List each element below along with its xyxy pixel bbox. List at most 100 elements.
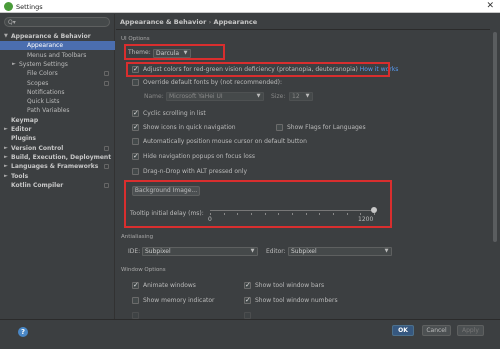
- show-memory-label: Show memory indicator: [143, 297, 215, 304]
- breadcrumb-divider: [116, 29, 490, 30]
- ok-button[interactable]: OK: [392, 325, 414, 336]
- show-tool-bars-checkbox[interactable]: [244, 281, 251, 290]
- settings-sidebar: Q▾ ▼ Appearance & Behavior Appearance Menus…: [0, 14, 115, 319]
- sidebar-item-tools[interactable]: ► Tools: [0, 172, 115, 181]
- chevron-down-icon[interactable]: ▼: [4, 32, 8, 41]
- sidebar-item-appearance-behavior[interactable]: ▼ Appearance & Behavior: [0, 32, 115, 41]
- animate-windows-checkbox[interactable]: [132, 281, 139, 290]
- annotation-box-theme: [124, 44, 225, 60]
- sidebar-item-label: Version Control: [11, 144, 64, 152]
- font-size-label: Size:: [271, 93, 286, 100]
- ide-antialiasing-value: Subpixel: [145, 248, 171, 255]
- show-icons-checkbox[interactable]: [132, 123, 139, 132]
- section-window-options: Window Options: [121, 267, 166, 273]
- sidebar-item-appearance[interactable]: Appearance: [0, 41, 115, 51]
- sidebar-item-notifications[interactable]: Notifications: [0, 88, 115, 97]
- search-input[interactable]: Q▾: [4, 17, 110, 27]
- search-icon[interactable]: Q▾: [8, 18, 16, 27]
- chevron-right-icon[interactable]: ►: [4, 153, 8, 162]
- sidebar-item-file-colors[interactable]: File Colors: [0, 69, 115, 78]
- dnd-alt-label: Drag-n-Drop with ALT pressed only: [143, 168, 248, 175]
- sidebar-item-label: File Colors: [27, 70, 58, 78]
- font-size-select[interactable]: 12 ▼: [289, 92, 313, 101]
- auto-position-checkbox[interactable]: [132, 138, 139, 145]
- dialog-footer: ? OK Cancel Apply: [0, 319, 500, 349]
- sidebar-item-languages-frameworks[interactable]: ► Languages & Frameworks: [0, 162, 115, 171]
- editor-label: Editor:: [266, 248, 286, 255]
- sidebar-item-plugins[interactable]: Plugins: [0, 134, 115, 143]
- sidebar-item-quick-lists[interactable]: Quick Lists: [0, 97, 115, 106]
- font-size-value: 12: [292, 93, 300, 100]
- window-title: Settings: [16, 3, 43, 11]
- sidebar-item-kotlin-compiler[interactable]: Kotlin Compiler: [0, 181, 115, 190]
- sidebar-item-build-execution-deployment[interactable]: ► Build, Execution, Deployment: [0, 153, 115, 162]
- content-scrollbar[interactable]: [490, 14, 500, 319]
- show-tool-numbers-checkbox[interactable]: [244, 296, 251, 305]
- sidebar-item-label: Menus and Toolbars: [27, 51, 87, 59]
- show-icons-label: Show icons in quick navigation: [143, 124, 236, 131]
- dnd-alt-checkbox[interactable]: [132, 168, 139, 175]
- window-options-row-2: Show memory indicator Show tool window n…: [132, 296, 412, 305]
- show-tool-bars-label: Show tool window bars: [255, 282, 325, 289]
- ide-label: IDE:: [128, 248, 141, 255]
- cancel-button[interactable]: Cancel: [422, 325, 451, 336]
- sidebar-item-label: Kotlin Compiler: [11, 181, 64, 189]
- close-icon[interactable]: ✕: [486, 1, 494, 12]
- scrollbar-thumb[interactable]: [493, 32, 497, 242]
- cyclic-scrolling-label: Cyclic scrolling in list: [143, 110, 206, 117]
- editor-antialiasing-value: Subpixel: [291, 248, 317, 255]
- breadcrumb-separator: ›: [208, 18, 212, 26]
- sidebar-item-label: Appearance & Behavior: [11, 33, 91, 40]
- chevron-right-icon[interactable]: ►: [4, 125, 8, 134]
- help-icon[interactable]: ?: [18, 327, 28, 337]
- annotation-box-colorblind: [126, 62, 390, 77]
- project-level-icon: [104, 71, 109, 77]
- breadcrumb-current: Appearance: [213, 18, 258, 26]
- sidebar-item-label: Notifications: [27, 88, 65, 96]
- sidebar-item-label: Path Variables: [27, 107, 70, 115]
- chevron-right-icon[interactable]: ►: [4, 162, 8, 171]
- sidebar-item-editor[interactable]: ► Editor: [0, 125, 115, 134]
- sidebar-item-keymap[interactable]: Keymap: [0, 116, 115, 125]
- cut-off-checkbox: [132, 312, 139, 319]
- quick-nav-row: Show icons in quick navigation Show Flag…: [132, 123, 432, 132]
- title-bar: Settings ✕: [0, 0, 500, 13]
- sidebar-item-version-control[interactable]: ► Version Control: [0, 144, 115, 153]
- chevron-down-icon: ▼: [256, 93, 261, 99]
- project-level-icon: [104, 80, 109, 86]
- show-memory-checkbox[interactable]: [132, 297, 139, 304]
- auto-position-label: Automatically position mouse cursor on d…: [143, 138, 307, 145]
- sidebar-item-label: Languages & Frameworks: [11, 163, 99, 171]
- font-name-label: Name:: [144, 93, 164, 100]
- sidebar-item-label: Keymap: [11, 116, 39, 124]
- chevron-right-icon[interactable]: ►: [12, 60, 16, 69]
- font-name-select[interactable]: Microsoft YaHei UI ▼: [166, 92, 264, 101]
- cyclic-scrolling-checkbox[interactable]: [132, 109, 139, 118]
- sidebar-item-label: System Settings: [19, 60, 68, 68]
- cut-off-checkbox: [244, 312, 251, 319]
- settings-content: Appearance & Behavior › Appearance UI Op…: [116, 14, 490, 319]
- override-fonts-label: Override default fonts by (not recommend…: [143, 79, 283, 86]
- show-flags-checkbox[interactable]: [276, 124, 283, 131]
- editor-antialiasing-select[interactable]: Subpixel ▼: [288, 247, 392, 256]
- project-level-icon: [104, 182, 109, 188]
- antialiasing-row: IDE: Subpixel ▼ Editor: Subpixel ▼: [128, 247, 398, 256]
- breadcrumb-parent[interactable]: Appearance & Behavior: [120, 18, 206, 26]
- ide-antialiasing-select[interactable]: Subpixel ▼: [142, 247, 258, 256]
- hide-popups-checkbox[interactable]: [132, 152, 139, 161]
- apply-button[interactable]: Apply: [457, 325, 484, 336]
- sidebar-item-label: Scopes: [27, 79, 49, 87]
- section-antialiasing: Antialiasing: [121, 234, 154, 240]
- sidebar-item-menus-and-toolbars[interactable]: Menus and Toolbars: [0, 51, 115, 60]
- sidebar-item-system-settings[interactable]: ► System Settings: [0, 60, 115, 69]
- sidebar-item-scopes[interactable]: Scopes: [0, 79, 115, 88]
- sidebar-item-label: Tools: [11, 172, 29, 180]
- chevron-right-icon[interactable]: ►: [4, 172, 8, 181]
- override-fonts-checkbox[interactable]: [132, 79, 139, 86]
- chevron-down-icon: ▼: [305, 93, 310, 99]
- sidebar-item-label: Appearance: [27, 42, 64, 50]
- project-level-icon: [104, 145, 109, 151]
- chevron-right-icon[interactable]: ►: [4, 144, 8, 153]
- chevron-down-icon: ▼: [384, 248, 389, 254]
- sidebar-item-path-variables[interactable]: Path Variables: [0, 106, 115, 115]
